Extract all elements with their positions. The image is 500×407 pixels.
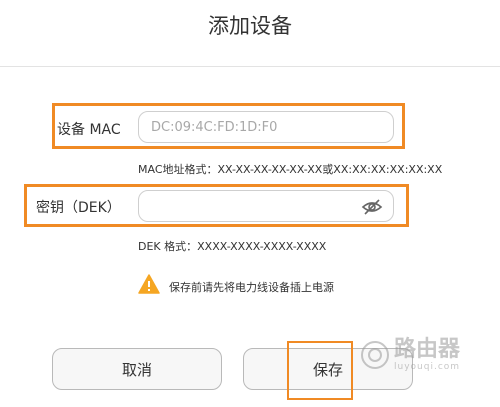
warning-icon	[138, 274, 160, 294]
router-icon	[361, 341, 389, 369]
watermark-main-text: 路由器	[394, 337, 461, 362]
watermark-sub-text: luyouqi.com	[394, 362, 461, 372]
dek-format-hint: DEK 格式：XXXX-XXXX-XXXX-XXXX	[138, 240, 327, 253]
cancel-button[interactable]: 取消	[52, 348, 222, 390]
mac-label: 设备 MAC	[57, 122, 121, 138]
dialog-title: 添加设备	[208, 14, 292, 38]
watermark-logo: 路由器 luyouqi.com	[360, 338, 460, 372]
eye-hidden-icon[interactable]	[361, 198, 383, 216]
warning-text: 保存前请先将电力线设备插上电源	[169, 281, 334, 294]
dek-field[interactable]	[138, 190, 394, 222]
mac-format-hint: MAC地址格式：XX-XX-XX-XX-XX-XX或XX:XX:XX:XX:XX…	[138, 163, 443, 176]
save-button-highlight	[287, 341, 353, 400]
title-divider	[0, 66, 500, 67]
cancel-button-label: 取消	[121, 360, 152, 379]
dek-input[interactable]	[151, 191, 351, 221]
mac-input[interactable]	[151, 112, 351, 142]
mac-field[interactable]	[138, 111, 394, 143]
dek-label: 密钥（DEK）	[36, 200, 121, 216]
